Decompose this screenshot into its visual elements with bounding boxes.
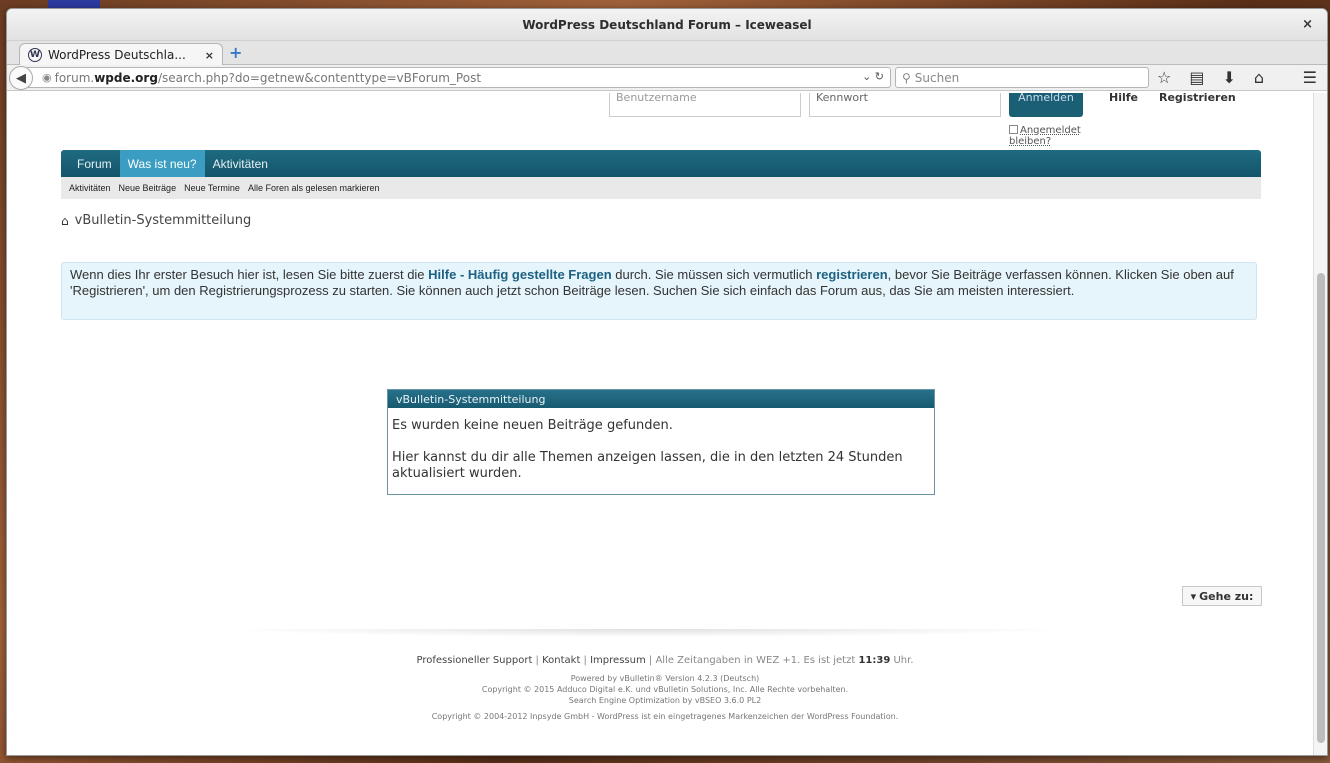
window-close-icon[interactable]: × [1302,17,1313,32]
wordpress-favicon-icon: W [28,48,42,62]
title-bar: WordPress Deutschland Forum – Iceweasel … [7,9,1327,41]
system-message-line: Es wurden keine neuen Beiträge gefunden. [392,418,673,433]
search-icon: ⚲ [902,70,911,85]
login-button[interactable]: Anmelden [1009,93,1083,117]
tab-bar: W WordPress Deutschla... × + [7,41,1327,66]
nav-tab-whats-new[interactable]: Was ist neu? [119,150,205,177]
search-placeholder: Suchen [914,70,960,85]
chevron-down-icon: ▾ [1190,589,1197,603]
nav-tab-activities[interactable]: Aktivitäten [205,150,276,177]
subnav-item-mark-read[interactable]: Alle Foren als gelesen markieren [248,183,380,193]
hamburger-menu-icon[interactable]: ☰ [1303,68,1317,87]
powered-line: Search Engine Optimization by vBSEO 3.6.… [568,696,762,705]
window-title: WordPress Deutschland Forum – Iceweasel [522,17,812,32]
remember-me[interactable]: Angemeldet bleiben? [1009,125,1089,147]
goto-label: Gehe zu: [1199,589,1254,603]
imprint-link[interactable]: Impressum [590,655,646,666]
forum-subnav: Aktivitäten Neue Beiträge Neue Termine A… [61,177,1261,199]
site-identity-icon[interactable]: ◉ [42,71,52,84]
time-suffix: Uhr. [890,655,914,666]
back-arrow-icon[interactable]: ◀ [9,66,33,90]
vertical-scrollbar[interactable] [1313,93,1327,755]
register-notice-link[interactable]: registrieren [816,267,888,282]
tab-close-icon[interactable]: × [205,49,214,62]
welcome-notice: Wenn dies Ihr erster Besuch hier ist, le… [61,262,1257,320]
footer-links: Professioneller Support | Kontakt | Impr… [416,655,914,666]
home-icon[interactable]: ⌂ [61,214,69,228]
scrollbar-thumb[interactable] [1317,273,1325,743]
bookmarks-list-icon[interactable]: ▤ [1189,68,1204,87]
subnav-item-new-posts[interactable]: Neue Beiträge [119,183,177,193]
desktop-background-logo [48,0,100,8]
search-input[interactable]: ⚲ Suchen [895,67,1149,88]
notice-text: durch. Sie müssen sich vermutlich [611,267,817,282]
reload-icon[interactable]: ⌄ ↻ [862,70,884,83]
remember-checkbox[interactable] [1009,125,1018,134]
register-link[interactable]: Registrieren [1159,93,1236,103]
copyright: Copyright © 2004-2012 Inpsyde GmbH - Wor… [431,712,899,721]
notice-text: Wenn dies Ihr erster Besuch hier ist, le… [70,267,429,282]
breadcrumb: ⌂ vBulletin-Systemmitteilung [61,213,251,228]
system-message-header: vBulletin-Systemmitteilung [388,390,934,408]
home-icon[interactable]: ⌂ [1254,68,1264,87]
url-text[interactable]: forum.wpde.org/search.php?do=getnew&cont… [55,71,481,85]
forum-navbar: Forum Was ist neu? Aktivitäten [61,150,1261,177]
system-message-box: vBulletin-Systemmitteilung Es wurden kei… [387,389,935,495]
url-bar[interactable]: ◉ forum.wpde.org/search.php?do=getnew&co… [27,67,891,88]
subnav-item-new-events[interactable]: Neue Termine [184,183,240,193]
tab-wordpress-forum[interactable]: W WordPress Deutschla... × [19,43,223,66]
current-time: 11:39 [858,655,891,666]
subnav-item-activities[interactable]: Aktivitäten [69,183,111,193]
remember-label: Angemeldet bleiben? [1009,125,1081,147]
page-content: Benutzername Kennwort Anmelden Hilfe Reg… [7,93,1313,755]
nav-tab-forum[interactable]: Forum [69,150,120,177]
bookmark-star-icon[interactable]: ☆ [1157,68,1171,87]
new-tab-icon[interactable]: + [229,43,242,62]
tab-label: WordPress Deutschla... [48,48,186,62]
navigation-toolbar: ◉ forum.wpde.org/search.php?do=getnew&co… [7,65,1327,91]
username-field[interactable]: Benutzername [609,93,801,117]
browser-window: WordPress Deutschland Forum – Iceweasel … [6,8,1328,756]
breadcrumb-current: vBulletin-Systemmitteilung [74,213,252,228]
contact-link[interactable]: Kontakt [542,655,580,666]
system-message-body: Es wurden keine neuen Beiträge gefunden.… [388,408,934,492]
faq-link[interactable]: Hilfe - Häufig gestellte Fragen [428,267,611,282]
powered-line: Copyright © 2015 Adduco Digital e.K. und… [481,685,849,694]
powered-line: Powered by vBulletin® Version 4.2.3 (Deu… [570,674,760,683]
system-message-line[interactable]: Hier kannst du dir alle Themen anzeigen … [392,450,930,482]
toolbar-icons: ☆ ▤ ⬇ ⌂ [1157,68,1264,87]
goto-dropdown[interactable]: ▾ Gehe zu: [1182,586,1262,606]
footer-divider [217,629,1077,637]
downloads-icon[interactable]: ⬇ [1222,68,1235,87]
time-text: Alle Zeitangaben in WEZ +1. Es ist jetzt [655,655,859,666]
password-field[interactable]: Kennwort [809,93,1001,117]
help-link[interactable]: Hilfe [1109,93,1138,103]
support-link[interactable]: Professioneller Support [416,655,532,666]
powered-by: Powered by vBulletin® Version 4.2.3 (Deu… [7,673,1313,706]
